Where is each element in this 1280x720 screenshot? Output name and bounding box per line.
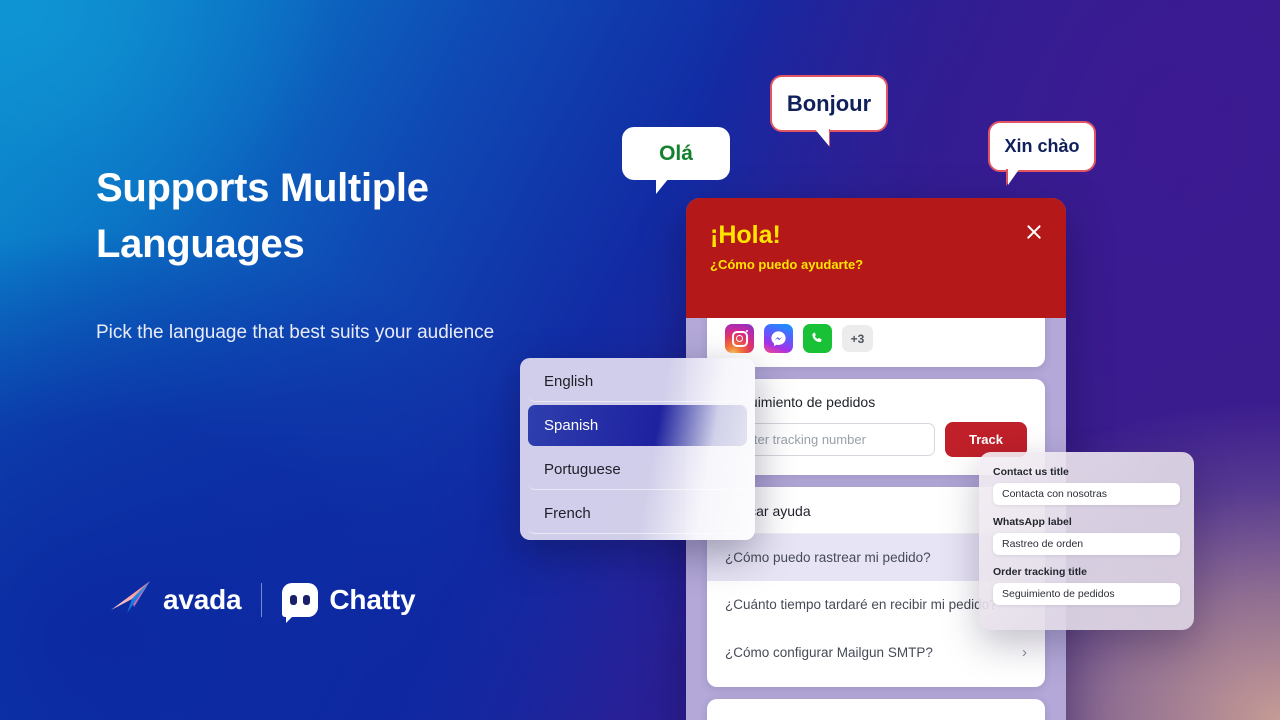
chatty-eye-left: [290, 594, 298, 605]
tracking-number-input[interactable]: [725, 423, 935, 456]
chevron-right-icon: ›: [1022, 644, 1027, 661]
language-option-portuguese[interactable]: Portuguese: [528, 449, 747, 490]
widget-greeting: ¡Hola!: [710, 221, 781, 249]
chatty-eye-right: [303, 594, 311, 605]
whatsapp-label-label: WhatsApp label: [993, 516, 1072, 528]
language-option-french[interactable]: French: [528, 493, 747, 534]
instagram-icon[interactable]: [725, 324, 754, 353]
order-tracking-title-input[interactable]: Seguimiento de pedidos: [993, 583, 1180, 605]
brand-lockup: avada Chatty: [110, 580, 416, 623]
widget-header: ¡Hola! ¿Cómo puedo ayudarte?: [686, 198, 1066, 318]
language-option-spanish[interactable]: Spanish: [528, 405, 747, 446]
order-tracking-title: Seguimiento de pedidos: [725, 394, 876, 410]
close-icon[interactable]: [1024, 222, 1044, 242]
faq-item-3-question: ¿Cómo configurar Mailgun SMTP?: [725, 645, 933, 660]
whatsapp-label-input[interactable]: Rastreo de orden: [993, 533, 1180, 555]
contact-us-title-label: Contact us title: [993, 466, 1069, 478]
order-tracking-row: Track: [725, 422, 1027, 457]
avada-brand: avada: [110, 580, 242, 619]
language-dropdown[interactable]: English Spanish Portuguese French: [520, 358, 755, 540]
messenger-icon[interactable]: [764, 324, 793, 353]
speech-bubble-ola: Olá: [622, 127, 730, 194]
faq-item-3[interactable]: ¿Cómo configurar Mailgun SMTP? ›: [707, 628, 1045, 677]
hero-copy: Supports Multiple Languages Pick the lan…: [96, 160, 576, 348]
widget-subgreeting: ¿Cómo puedo ayudarte?: [710, 257, 864, 272]
more-channels-badge[interactable]: +3: [842, 325, 873, 352]
brand-divider: [261, 582, 263, 617]
faq-item-1-question: ¿Cómo puedo rastrear mi pedido?: [725, 550, 931, 565]
hero-subtext: Pick the language that best suits your a…: [96, 322, 495, 343]
faq-extra-card: [707, 699, 1045, 720]
chat-bubble-face-icon: [282, 582, 319, 623]
whatsapp-icon[interactable]: [803, 324, 832, 353]
translation-settings-panel: Contact us title Contacta con nosotras W…: [979, 452, 1194, 630]
speech-bubble-bonjour: Bonjour: [770, 75, 888, 132]
language-option-english[interactable]: English: [528, 361, 747, 402]
speech-bubble-xinchao: Xin chào: [988, 121, 1096, 172]
chatty-brand: Chatty: [282, 582, 416, 623]
faq-item-2-question: ¿Cuánto tiempo tardaré en recibir mi ped…: [725, 597, 997, 612]
paper-plane-icon: [110, 580, 152, 619]
page-title: Supports Multiple Languages: [96, 166, 429, 266]
contact-us-title-input[interactable]: Contacta con nosotras: [993, 483, 1180, 505]
chatty-wordmark: Chatty: [329, 583, 416, 615]
order-tracking-title-label: Order tracking title: [993, 566, 1087, 578]
social-channel-row: +3: [725, 324, 1027, 353]
avada-wordmark: avada: [163, 583, 242, 615]
